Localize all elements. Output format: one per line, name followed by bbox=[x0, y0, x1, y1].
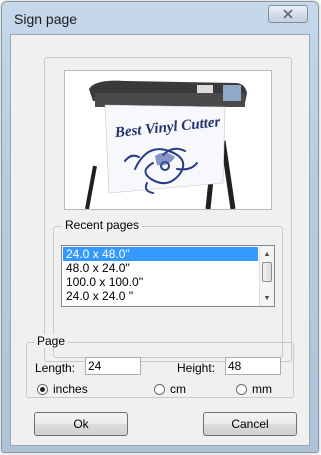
units-inches-label: inches bbox=[53, 382, 88, 396]
height-input[interactable]: 48 bbox=[225, 357, 281, 375]
radio-checked-icon bbox=[37, 383, 48, 395]
title-bar[interactable]: Sign page bbox=[2, 2, 318, 32]
units-inches-radio[interactable]: inches bbox=[37, 382, 88, 396]
list-item[interactable]: 100.0 x 100.0'' bbox=[63, 275, 258, 289]
units-cm-label: cm bbox=[170, 382, 186, 396]
sign-page-dialog: Sign page Best Vinyl Cutter Recent pages… bbox=[1, 1, 319, 453]
length-input[interactable]: 24 bbox=[85, 357, 141, 375]
units-mm-label: mm bbox=[252, 382, 272, 396]
preview-group: Best Vinyl Cutter Recent pages 24.0 x 48… bbox=[44, 57, 292, 362]
vinyl-cutter-illustration: Best Vinyl Cutter bbox=[65, 71, 271, 209]
list-item[interactable]: 48.0 x 24.0'' bbox=[63, 261, 258, 275]
cancel-button[interactable]: Cancel bbox=[203, 412, 297, 436]
recent-pages-label: Recent pages bbox=[62, 218, 143, 232]
close-icon bbox=[283, 9, 293, 19]
scrollbar-thumb[interactable] bbox=[262, 262, 272, 282]
page-size-group: Page Length: 24 Height: 48 inches cm mm bbox=[26, 334, 294, 398]
dialog-body: Best Vinyl Cutter Recent pages 24.0 x 48… bbox=[10, 34, 310, 446]
list-item[interactable]: 24.0 x 48.0'' bbox=[63, 247, 258, 261]
list-scrollbar[interactable]: ▲ ▼ bbox=[259, 246, 274, 306]
radio-unchecked-icon bbox=[154, 383, 165, 395]
page-group-label: Page bbox=[34, 334, 69, 348]
length-label: Length: bbox=[35, 361, 76, 375]
scroll-down-arrow-icon[interactable]: ▼ bbox=[260, 291, 274, 305]
scroll-up-arrow-icon[interactable]: ▲ bbox=[260, 247, 274, 261]
recent-pages-list[interactable]: 24.0 x 48.0'' 48.0 x 24.0'' 100.0 x 100.… bbox=[61, 245, 275, 307]
recent-pages-group: Recent pages 24.0 x 48.0'' 48.0 x 24.0''… bbox=[53, 218, 283, 358]
plotter-preview-image: Best Vinyl Cutter bbox=[64, 70, 272, 210]
height-label: Height: bbox=[177, 361, 216, 375]
radio-unchecked-icon bbox=[236, 383, 247, 395]
list-item[interactable]: 24.0 x 24.0 '' bbox=[63, 289, 258, 303]
ok-button[interactable]: Ok bbox=[34, 412, 128, 436]
close-button[interactable] bbox=[268, 5, 308, 23]
units-mm-radio[interactable]: mm bbox=[236, 382, 272, 396]
units-cm-radio[interactable]: cm bbox=[154, 382, 186, 396]
window-title: Sign page bbox=[14, 11, 78, 27]
